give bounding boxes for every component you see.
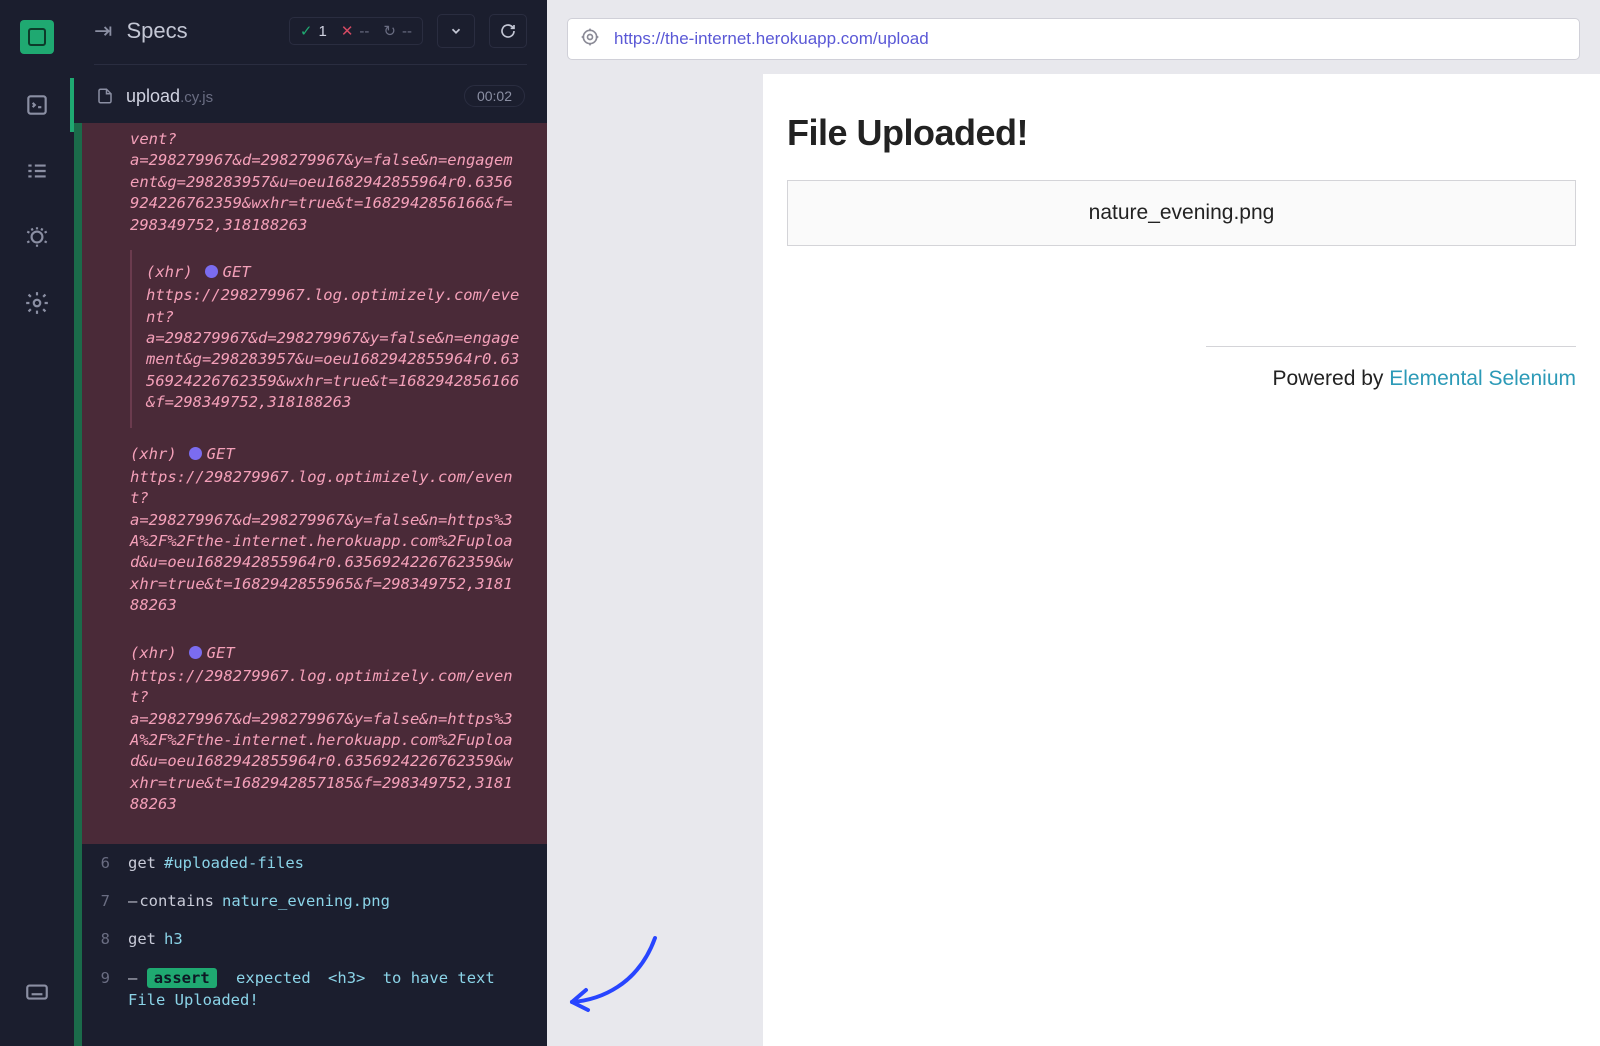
run-stats: ✓ 1 ✕ -- ↻ -- — [289, 17, 423, 45]
xhr-entry[interactable]: vent? a=298279967&d=298279967&y=false&n=… — [112, 129, 539, 250]
fail-x-icon: ✕ — [341, 22, 354, 40]
pass-gutter — [74, 123, 82, 1046]
page-footer: Powered by Elemental Selenium — [1206, 346, 1576, 391]
nav-keyboard-icon[interactable] — [22, 976, 52, 1006]
command-row[interactable]: 7 –containsnature_evening.png — [82, 882, 547, 920]
reload-button[interactable] — [489, 14, 527, 48]
nav-rail — [0, 0, 74, 1046]
xhr-entry[interactable]: (xhr)GET https://298279967.log.optimizel… — [112, 631, 539, 830]
elemental-selenium-link[interactable]: Elemental Selenium — [1389, 367, 1576, 390]
elapsed-timer: 00:02 — [464, 85, 525, 107]
nav-runs-icon[interactable] — [22, 156, 52, 186]
panel-title: Specs — [126, 18, 274, 44]
page-heading: File Uploaded! — [787, 112, 1576, 154]
chevron-down-button[interactable] — [437, 14, 475, 48]
pending-count: -- — [402, 23, 412, 40]
pass-check-icon: ✓ — [300, 22, 313, 40]
app-under-test[interactable]: File Uploaded! nature_evening.png Powere… — [763, 74, 1600, 1046]
url-bar[interactable]: https://the-internet.herokuapp.com/uploa… — [567, 18, 1580, 60]
spec-file-row[interactable]: upload.cy.js 00:02 — [74, 65, 547, 123]
pass-count: 1 — [319, 23, 327, 40]
uploaded-files-panel: nature_evening.png — [787, 180, 1576, 246]
pending-spinner-icon: ↻ — [383, 22, 396, 40]
panel-header: ⇥ Specs ✓ 1 ✕ -- ↻ -- — [74, 0, 547, 64]
app-preview-area: https://the-internet.herokuapp.com/uploa… — [547, 0, 1600, 1046]
file-icon — [96, 86, 114, 106]
command-log: vent? a=298279967&d=298279967&y=false&n=… — [74, 123, 547, 1046]
specs-panel: ⇥ Specs ✓ 1 ✕ -- ↻ -- upload.cy.js — [74, 0, 547, 1046]
xhr-status-dot-icon — [189, 447, 202, 460]
xhr-status-dot-icon — [189, 646, 202, 659]
command-row[interactable]: 6 get#uploaded-files — [82, 844, 547, 882]
command-row[interactable]: 8 geth3 — [82, 920, 547, 958]
nav-settings-icon[interactable] — [22, 288, 52, 318]
fail-count: -- — [359, 23, 369, 40]
cypress-logo — [20, 20, 54, 54]
nav-specs-icon[interactable] — [22, 90, 52, 120]
xhr-entry[interactable]: (xhr)GET https://298279967.log.optimizel… — [112, 432, 539, 631]
selector-target-icon[interactable] — [580, 27, 600, 52]
back-icon[interactable]: ⇥ — [94, 18, 112, 44]
nav-debug-icon[interactable] — [22, 222, 52, 252]
command-row-assert[interactable]: 9 – assert expected <h3> to have text Fi… — [82, 959, 547, 1020]
url-text: https://the-internet.herokuapp.com/uploa… — [614, 29, 929, 49]
xhr-status-dot-icon — [205, 265, 218, 278]
spec-file-name: upload.cy.js — [126, 86, 213, 107]
preview-canvas: File Uploaded! nature_evening.png Powere… — [547, 74, 1600, 1046]
xhr-entry[interactable]: (xhr)GET https://298279967.log.optimizel… — [130, 250, 539, 428]
